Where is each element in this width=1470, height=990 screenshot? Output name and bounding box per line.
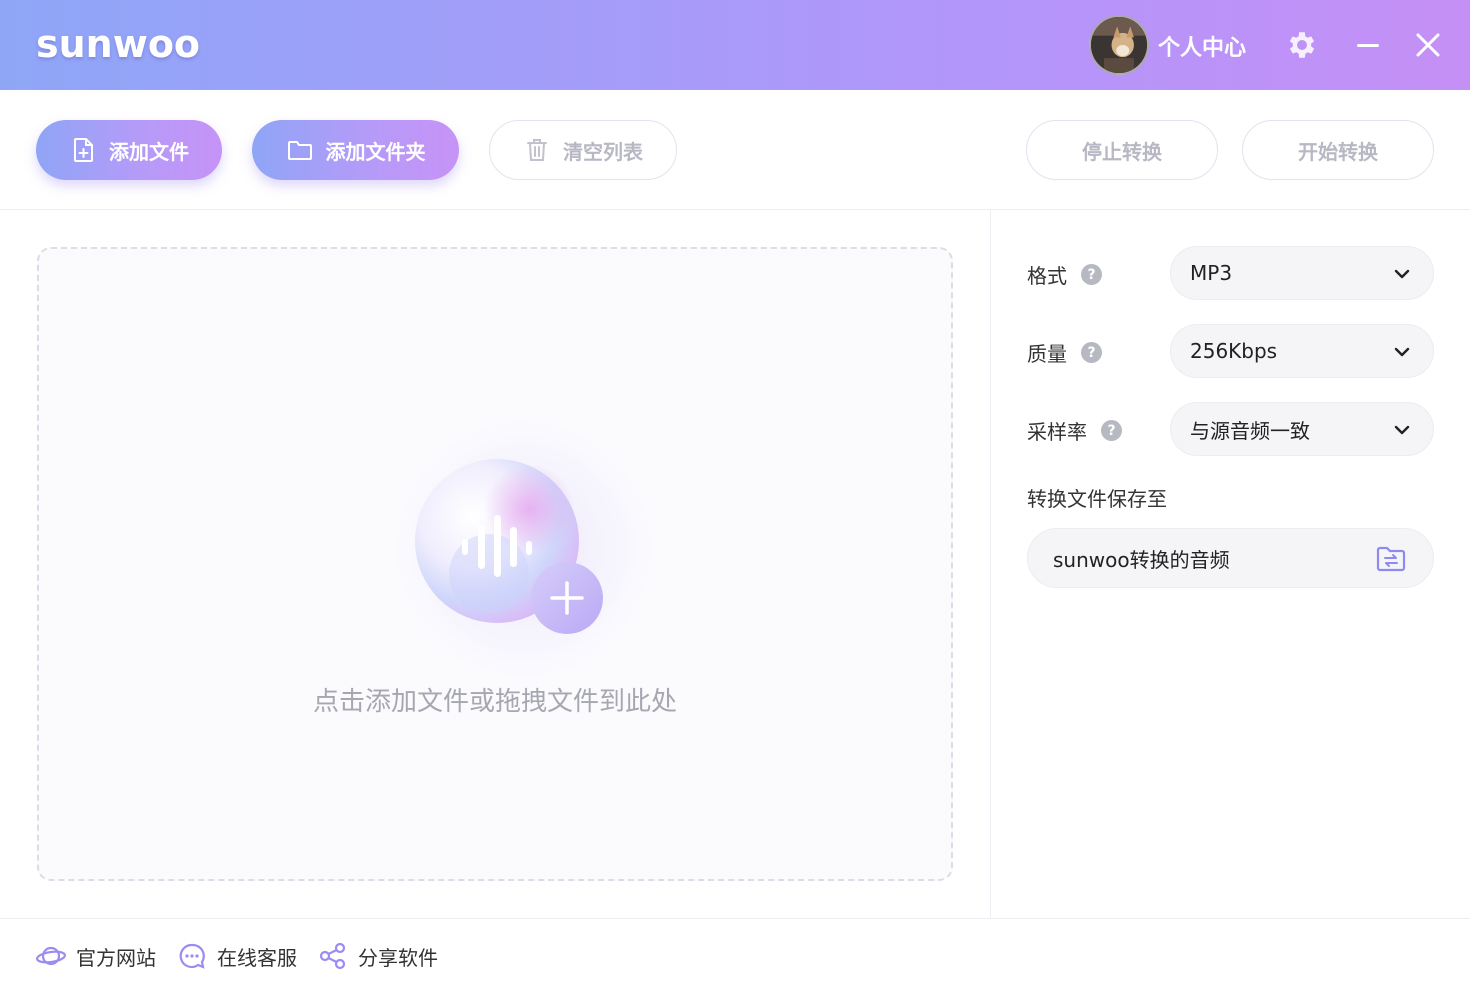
share-software-link[interactable]: 分享软件 (318, 941, 438, 971)
trash-icon (523, 136, 551, 164)
share-software-label: 分享软件 (358, 945, 438, 970)
toolbar: 添加文件 添加文件夹 清空列表 停止转换 开始转换 (0, 90, 1470, 210)
title-bar: sunwoo 个人中心 (0, 0, 1470, 90)
stop-convert-button[interactable]: 停止转换 (1026, 120, 1218, 180)
start-convert-label: 开始转换 (1298, 139, 1378, 164)
chevron-down-icon (1394, 425, 1410, 435)
file-drop-zone[interactable]: 点击添加文件或拖拽文件到此处 (37, 247, 953, 881)
chevron-down-icon (1394, 347, 1410, 357)
format-select[interactable]: MP3 (1170, 246, 1434, 300)
add-file-button[interactable]: 添加文件 (36, 120, 222, 180)
minimize-icon[interactable] (1350, 27, 1386, 63)
clear-list-label: 清空列表 (563, 139, 643, 164)
footer: 官方网站 在线客服 分享软件 (0, 918, 1470, 990)
save-path-value: sunwoo转换的音频 (1053, 547, 1230, 572)
sample-rate-help-icon[interactable]: ? (1101, 420, 1122, 441)
app-logo: sunwoo (36, 22, 201, 66)
online-service-link[interactable]: 在线客服 (177, 941, 297, 971)
official-site-link[interactable]: 官方网站 (36, 941, 156, 971)
open-folder-icon[interactable] (1375, 544, 1407, 574)
format-label-row: 格式 ? (1027, 260, 1102, 289)
panel-divider (990, 210, 991, 918)
official-site-label: 官方网站 (76, 945, 156, 970)
start-convert-button[interactable]: 开始转换 (1242, 120, 1434, 180)
audio-add-illustration-icon (379, 399, 669, 689)
sample-rate-select[interactable]: 与源音频一致 (1170, 402, 1434, 456)
sample-rate-value: 与源音频一致 (1190, 418, 1310, 443)
settings-gear-icon[interactable] (1284, 27, 1320, 63)
chat-icon (177, 941, 207, 971)
quality-select[interactable]: 256Kbps (1170, 324, 1434, 378)
online-service-label: 在线客服 (217, 945, 297, 970)
sample-rate-label-row: 采样率 ? (1027, 416, 1122, 445)
save-to-label: 转换文件保存至 (1027, 487, 1167, 511)
user-center-link[interactable]: 个人中心 (1158, 30, 1246, 62)
format-label: 格式 (1027, 264, 1067, 288)
format-help-icon[interactable]: ? (1081, 264, 1102, 285)
quality-value: 256Kbps (1190, 339, 1278, 363)
planet-icon (36, 941, 66, 971)
sample-rate-label: 采样率 (1027, 420, 1087, 444)
close-icon[interactable] (1410, 27, 1446, 63)
quality-label-row: 质量 ? (1027, 338, 1102, 367)
chevron-down-icon (1394, 269, 1410, 279)
share-icon (318, 941, 348, 971)
drop-zone-hint: 点击添加文件或拖拽文件到此处 (312, 687, 677, 717)
clear-list-button[interactable]: 清空列表 (489, 120, 677, 180)
format-value: MP3 (1190, 261, 1233, 285)
folder-icon (286, 136, 314, 164)
avatar-image (1091, 17, 1147, 73)
avatar[interactable] (1089, 15, 1149, 75)
save-path-field[interactable]: sunwoo转换的音频 (1027, 528, 1434, 588)
add-file-icon (69, 136, 97, 164)
stop-convert-label: 停止转换 (1082, 139, 1162, 164)
quality-label: 质量 (1027, 342, 1067, 366)
add-file-label: 添加文件 (109, 139, 189, 164)
quality-help-icon[interactable]: ? (1081, 342, 1102, 363)
add-folder-label: 添加文件夹 (325, 139, 426, 164)
add-folder-button[interactable]: 添加文件夹 (252, 120, 459, 180)
